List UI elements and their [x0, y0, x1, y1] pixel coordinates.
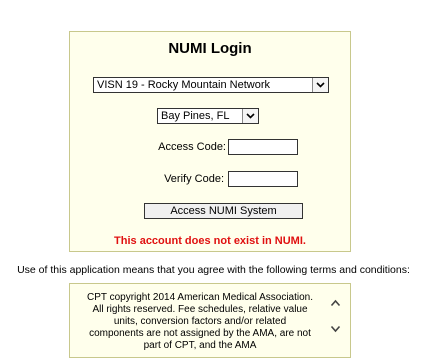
network-select-value: VISN 19 - Rocky Mountain Network [97, 79, 271, 91]
verify-code-input[interactable] [228, 171, 298, 187]
terms-text: CPT copyright 2014 American Medical Asso… [86, 292, 314, 351]
access-system-button[interactable]: Access NUMI System [144, 203, 303, 219]
verify-code-row: Verify Code: [70, 171, 352, 187]
verify-code-label: Verify Code: [164, 173, 224, 185]
chevron-down-icon[interactable] [328, 322, 342, 336]
access-code-row: Access Code: [70, 139, 352, 155]
access-code-input[interactable] [228, 139, 298, 155]
login-panel: NUMI Login VISN 19 - Rocky Mountain Netw… [69, 31, 351, 252]
error-message: This account does not exist in NUMI. [114, 235, 306, 247]
terms-intro: Use of this application means that you a… [17, 264, 410, 276]
location-select[interactable]: Bay Pines, FL [157, 108, 259, 124]
location-select-value: Bay Pines, FL [161, 110, 230, 122]
page-title: NUMI Login [168, 40, 252, 57]
network-select[interactable]: VISN 19 - Rocky Mountain Network [93, 77, 329, 93]
chevron-down-icon[interactable] [312, 78, 328, 92]
chevron-up-icon[interactable] [328, 296, 342, 310]
chevron-down-icon[interactable] [242, 109, 258, 123]
terms-panel[interactable]: CPT copyright 2014 American Medical Asso… [69, 283, 351, 358]
access-code-label: Access Code: [158, 141, 226, 153]
